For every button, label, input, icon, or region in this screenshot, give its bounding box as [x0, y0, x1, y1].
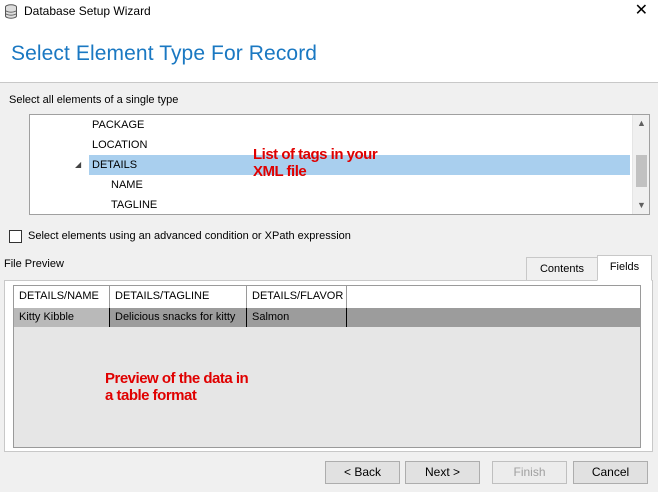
expand-arrow-icon[interactable]: ◢ [75, 155, 81, 175]
tree-annotation-line2: XML file [253, 163, 307, 180]
tree-item-label: LOCATION [92, 139, 148, 151]
scroll-up-icon[interactable]: ▲ [633, 115, 649, 132]
close-icon[interactable]: ✕ [635, 2, 648, 20]
column-header[interactable]: DETAILS/TAGLINE [110, 286, 247, 308]
tree-annotation-line1: List of tags in your [253, 146, 378, 163]
wizard-header: Select Element Type For Record [0, 24, 658, 83]
column-header[interactable]: DETAILS/FLAVOR [247, 286, 347, 308]
preview-annotation-line1: Preview of the data in [105, 370, 249, 387]
file-preview-label: File Preview [4, 258, 64, 270]
grid-header: DETAILS/NAME DETAILS/TAGLINE DETAILS/FLA… [14, 286, 640, 308]
tree-item-label: DETAILS [92, 159, 138, 171]
next-button[interactable]: Next > [405, 461, 480, 484]
preview-annotation: Preview of the data in a table format [105, 370, 249, 404]
database-icon [5, 4, 17, 19]
table-cell[interactable]: Delicious snacks for kitty [110, 308, 247, 327]
tree-item-label: NAME [111, 179, 143, 191]
advanced-condition-label: Select elements using an advanced condit… [28, 230, 351, 242]
tab-contents[interactable]: Contents [526, 257, 598, 281]
table-row[interactable]: Kitty Kibble Delicious snacks for kitty … [14, 308, 640, 327]
advanced-condition-checkbox[interactable] [9, 230, 22, 243]
finish-button[interactable]: Finish [492, 461, 567, 484]
title-bar: Database Setup Wizard ✕ [0, 0, 658, 24]
tree-item-label: TAGLINE [111, 199, 158, 211]
window-title: Database Setup Wizard [24, 4, 151, 18]
page-title: Select Element Type For Record [11, 42, 318, 65]
back-button[interactable]: < Back [325, 461, 400, 484]
preview-panel: DETAILS/NAME DETAILS/TAGLINE DETAILS/FLA… [4, 280, 653, 452]
select-all-label: Select all elements of a single type [9, 94, 179, 106]
tree-annotation: List of tags in your XML file [253, 146, 378, 180]
tree-item-tagline[interactable]: TAGLINE [30, 195, 633, 214]
tree-scrollbar[interactable]: ▲ ▼ [632, 115, 649, 214]
scroll-down-icon[interactable]: ▼ [633, 197, 649, 214]
table-cell[interactable]: Salmon [247, 308, 347, 327]
preview-annotation-line2: a table format [105, 387, 197, 404]
tab-fields[interactable]: Fields [597, 255, 652, 281]
cancel-button[interactable]: Cancel [573, 461, 648, 484]
preview-grid[interactable]: DETAILS/NAME DETAILS/TAGLINE DETAILS/FLA… [13, 285, 641, 448]
column-header[interactable]: DETAILS/NAME [14, 286, 110, 308]
tree-item-label: PACKAGE [92, 119, 145, 131]
scroll-thumb[interactable] [636, 155, 647, 187]
table-cell[interactable]: Kitty Kibble [14, 308, 110, 327]
tree-item-package[interactable]: PACKAGE [30, 115, 633, 135]
